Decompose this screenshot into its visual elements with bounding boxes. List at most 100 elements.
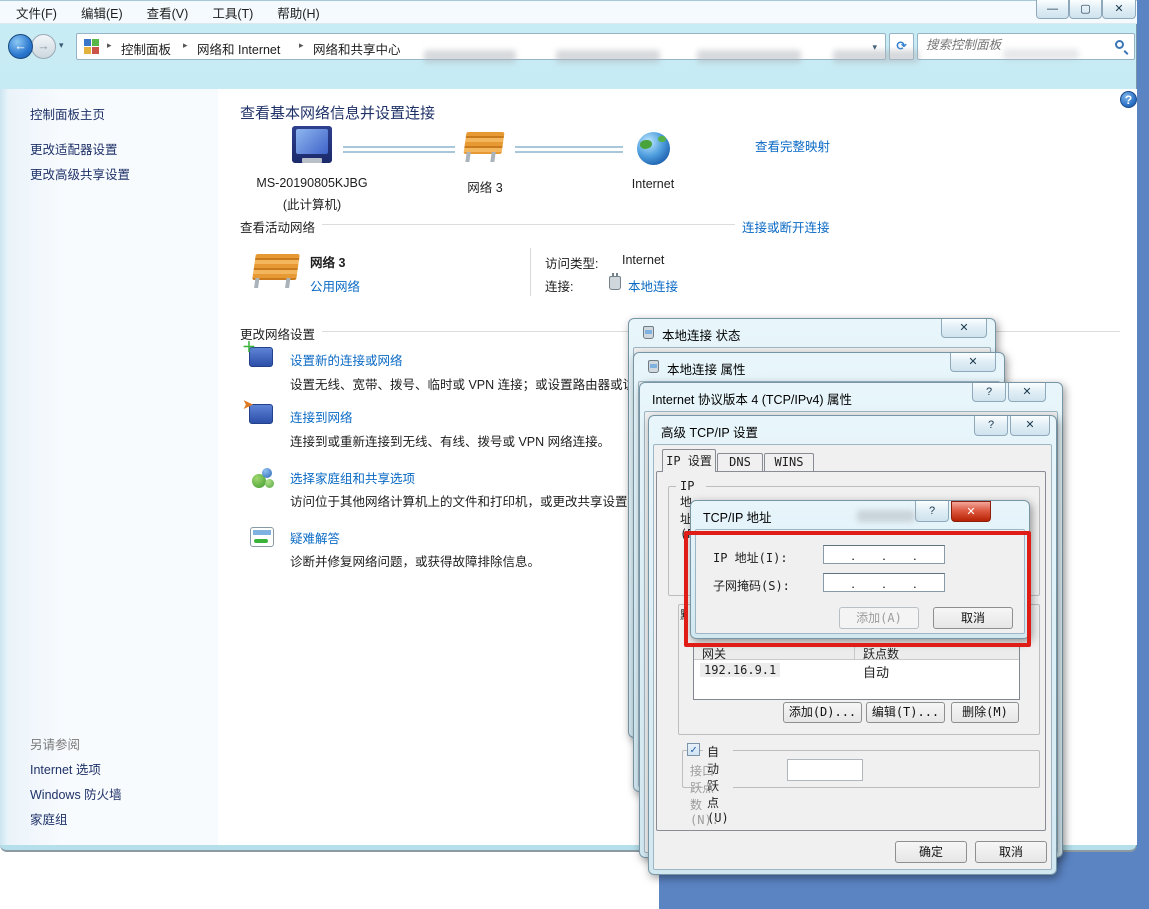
connection-icon	[643, 326, 654, 339]
gateway-edit-button[interactable]: 编辑(T)...	[866, 702, 945, 723]
tab-wins[interactable]: WINS	[764, 453, 814, 471]
auto-metric-checkbox[interactable]: ✓	[687, 743, 700, 756]
search-icon[interactable]	[1115, 40, 1124, 49]
close-button[interactable]: ✕	[1102, 0, 1136, 19]
computer-sub-label: (此计算机)	[245, 194, 379, 213]
breadcrumb-control-panel[interactable]: 控制面板	[121, 39, 171, 58]
connect-to-network-link[interactable]: 连接到网络	[290, 407, 353, 426]
menu-tools[interactable]: 工具(T)	[212, 3, 253, 22]
minimize-icon: —	[1047, 3, 1058, 15]
dialog-title: TCP/IP 地址	[703, 507, 772, 526]
computer-icon[interactable]	[292, 126, 332, 163]
tab-ip-settings[interactable]: IP 设置	[662, 449, 716, 472]
menu-help[interactable]: 帮助(H)	[277, 3, 319, 22]
close-icon: ✕	[968, 356, 977, 368]
interface-metric-label: 接口跃点数(N):	[690, 762, 719, 827]
menu-bar: 文件(F) 编辑(E) 查看(V) 工具(T) 帮助(H)	[0, 0, 1137, 24]
blurred-text	[697, 50, 801, 63]
blurred-text	[424, 50, 516, 63]
chevron-down-icon: ▾	[59, 40, 64, 50]
plus-icon: ＋	[242, 340, 278, 371]
sidebar	[0, 89, 218, 845]
menu-view[interactable]: 查看(V)	[147, 3, 189, 22]
maximize-icon: ▢	[1080, 3, 1090, 15]
close-button[interactable]: ✕	[1008, 383, 1046, 402]
minimize-button[interactable]: —	[1036, 0, 1069, 19]
menu-file[interactable]: 文件(F)	[16, 3, 57, 22]
connect-disconnect-link[interactable]: 连接或断开连接	[742, 217, 830, 236]
connect-to-network-desc: 连接到或重新连接到无线、有线、拨号或 VPN 网络连接。	[290, 431, 610, 450]
back-icon: ←	[14, 39, 27, 53]
setup-new-connection-link[interactable]: 设置新的连接或网络	[290, 350, 403, 369]
close-icon: ✕	[1025, 419, 1034, 431]
sidebar-item-windows-firewall[interactable]: Windows 防火墙	[30, 784, 122, 803]
local-connection-link[interactable]: 本地连接	[628, 276, 678, 295]
dialog-title: 高级 TCP/IP 设置	[661, 422, 758, 441]
help-button[interactable]: ?	[974, 416, 1008, 436]
forward-icon: →	[37, 39, 50, 53]
computer-name: MS-20190805KJBG	[245, 176, 379, 190]
ok-button[interactable]: 确定	[895, 841, 967, 863]
gateway-table[interactable]: 网关 跃点数 192.16.9.1 自动	[693, 643, 1020, 700]
crumb-sep-icon: ▸	[299, 40, 304, 51]
close-button[interactable]: ✕	[941, 319, 987, 338]
card-divider	[530, 248, 531, 296]
help-button[interactable]: ?	[972, 383, 1006, 402]
table-row[interactable]: 192.16.9.1 自动	[694, 661, 1019, 681]
active-network-name: 网络 3	[310, 252, 345, 271]
full-map-link[interactable]: 查看完整映射	[755, 136, 830, 155]
interface-metric-input[interactable]	[787, 759, 863, 781]
crumb-sep-icon: ▸	[107, 40, 112, 51]
homegroup-sharing-link[interactable]: 选择家庭组和共享选项	[290, 468, 415, 487]
help-icon: ?	[1125, 93, 1132, 107]
arrow-icon: ➤	[242, 397, 278, 428]
close-button[interactable]: ✕	[950, 353, 996, 372]
column-metric[interactable]: 跃点数	[863, 645, 899, 662]
gateway-metric-cell[interactable]: 自动	[863, 662, 889, 681]
blurred-text	[833, 50, 919, 63]
gateway-address-cell[interactable]: 192.16.9.1	[700, 663, 780, 677]
dialog-title: 本地连接 状态	[662, 325, 740, 344]
window-left-frame	[0, 89, 9, 845]
column-gateway[interactable]: 网关	[702, 645, 726, 662]
sidebar-item-homegroup[interactable]: 家庭组	[30, 809, 68, 828]
close-icon: ✕	[966, 506, 975, 518]
help-button[interactable]: ?	[915, 501, 949, 522]
connection-label: 连接:	[545, 276, 573, 295]
new-connection-icon: ＋	[249, 347, 273, 367]
help-icon: ?	[988, 419, 994, 431]
back-button[interactable]: ←	[8, 34, 33, 59]
troubleshoot-icon	[250, 527, 274, 547]
network-bench-icon[interactable]	[463, 132, 504, 154]
gateway-add-button[interactable]: 添加(D)...	[783, 702, 862, 723]
active-network-type-link[interactable]: 公用网络	[310, 276, 360, 295]
troubleshoot-link[interactable]: 疑难解答	[290, 528, 340, 547]
close-icon: ✕	[1022, 386, 1031, 398]
sidebar-item-advanced-sharing[interactable]: 更改高级共享设置	[30, 164, 130, 183]
dialog-title: 本地连接 属性	[667, 359, 745, 378]
active-networks-header: 查看活动网络	[240, 217, 315, 236]
menu-edit[interactable]: 编辑(E)	[81, 3, 123, 22]
connect-network-icon: ➤	[249, 404, 273, 424]
close-button[interactable]: ✕	[951, 501, 991, 522]
check-icon: ✓	[690, 743, 697, 756]
internet-globe-icon[interactable]	[637, 132, 670, 165]
history-dropdown[interactable]: ▾	[59, 40, 64, 51]
search-icon-handle	[1124, 50, 1129, 55]
close-button[interactable]: ✕	[1010, 416, 1050, 436]
forward-button[interactable]: →	[31, 34, 56, 59]
local-connection-icon	[609, 276, 621, 290]
map-link-line	[515, 146, 623, 153]
cancel-button[interactable]: 取消	[975, 841, 1047, 863]
tab-dns[interactable]: DNS	[717, 453, 763, 471]
blurred-text	[1003, 49, 1079, 60]
connection-icon	[648, 360, 659, 373]
sidebar-item-internet-options[interactable]: Internet 选项	[30, 759, 101, 778]
sidebar-item-adapter-settings[interactable]: 更改适配器设置	[30, 139, 118, 158]
breadcrumb-network-sharing-center[interactable]: 网络和共享中心	[313, 39, 401, 58]
help-button[interactable]: ?	[1120, 91, 1137, 108]
maximize-button[interactable]: ▢	[1069, 0, 1102, 19]
breadcrumb-network-internet[interactable]: 网络和 Internet	[197, 39, 280, 58]
sidebar-item-home[interactable]: 控制面板主页	[30, 104, 105, 123]
gateway-delete-button[interactable]: 删除(M)	[951, 702, 1019, 723]
